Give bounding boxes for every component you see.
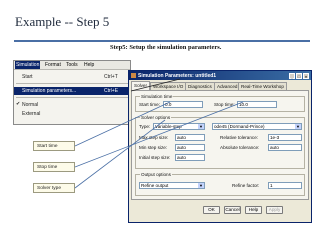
callout-connectors [74, 78, 244, 189]
callout-start-time: Start time [33, 141, 75, 151]
callout-solver-type: Solver type [33, 183, 75, 193]
slide: Example -- Step 5 Step5: Setup the simul… [0, 0, 320, 240]
solver-type-connector [74, 119, 166, 189]
callout-stop-time: Stop time [33, 162, 75, 172]
menu-to-dialog-arrow [130, 78, 181, 92]
start-time-connector [74, 101, 171, 147]
